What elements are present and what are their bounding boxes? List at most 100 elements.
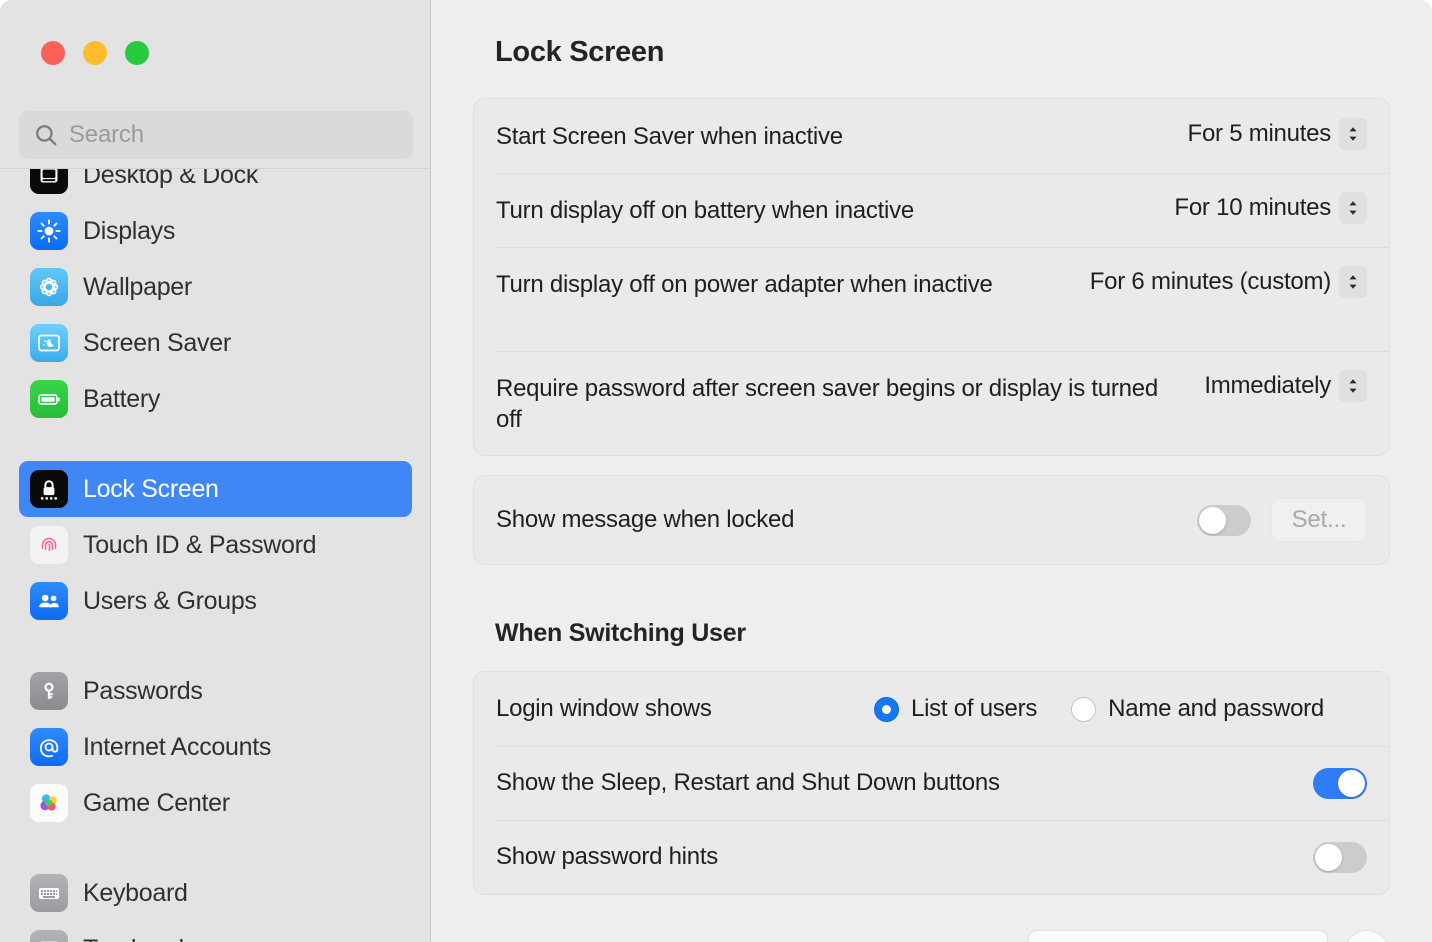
advanced-button[interactable]	[1028, 930, 1328, 942]
displays-icon	[30, 212, 68, 250]
minimize-window-button[interactable]	[83, 41, 107, 65]
sidebar-group-separator	[0, 629, 430, 663]
sidebar-item-passwords[interactable]: Passwords	[19, 663, 412, 719]
sidebar-item-touch-id-password[interactable]: Touch ID & Password	[19, 517, 412, 573]
toggle-knob	[1315, 843, 1342, 871]
set-message-button[interactable]: Set...	[1271, 498, 1367, 542]
sidebar-item-desktop-dock[interactable]: Desktop & Dock	[19, 168, 412, 203]
sidebar-item-users-groups[interactable]: Users & Groups	[19, 573, 412, 629]
show-sleep-restart-shutdown-label: Show the Sleep, Restart and Shut Down bu…	[496, 768, 1000, 796]
chevron-updown-icon	[1339, 370, 1367, 402]
system-settings-window: Search Desktop & Dock Displays Wallpaper…	[0, 0, 1432, 942]
popup-value: Immediately	[1204, 372, 1331, 399]
show-password-hints-toggle[interactable]	[1313, 841, 1367, 873]
show-message-row: Show message when locked Set...	[474, 476, 1389, 564]
display-off-battery-label: Turn display off on battery when inactiv…	[496, 197, 914, 224]
sidebar-item-internet-accounts[interactable]: Internet Accounts	[19, 719, 412, 775]
popup-value: For 6 minutes (custom)	[1089, 268, 1331, 295]
lock-message-card: Show message when locked Set...	[473, 475, 1390, 565]
login-window-shows-row: Login window shows List of users Name an…	[474, 672, 1389, 746]
radio-button[interactable]	[874, 696, 899, 722]
screen-saver-icon	[30, 324, 68, 362]
traffic-lights	[41, 41, 149, 65]
help-button[interactable]	[1344, 930, 1390, 942]
radio-label: List of users	[911, 695, 1038, 722]
inactivity-settings-card: Start Screen Saver when inactive For 5 m…	[473, 98, 1390, 456]
wallpaper-icon	[30, 268, 68, 306]
require-password-row: Require password after screen saver begi…	[474, 351, 1389, 455]
show-password-hints-label: Show password hints	[496, 842, 719, 870]
desktop-dock-icon	[30, 169, 68, 194]
radio-label: Name and password	[1108, 695, 1325, 722]
sidebar-item-label: Battery	[83, 384, 161, 413]
game-center-icon	[30, 784, 68, 822]
sidebar-item-label: Lock Screen	[83, 474, 219, 503]
sidebar-item-screen-saver[interactable]: Screen Saver	[19, 315, 412, 371]
show-message-toggle[interactable]	[1197, 504, 1251, 536]
page-title: Lock Screen	[495, 36, 665, 68]
search-field[interactable]: Search	[19, 111, 413, 159]
chevron-updown-icon	[1339, 192, 1367, 224]
search-icon	[36, 125, 57, 146]
radio-option-name-and-password[interactable]: Name and password	[1071, 695, 1324, 723]
users-groups-icon	[30, 582, 68, 620]
display-off-power-adapter-label: Turn display off on power adapter when i…	[496, 271, 993, 298]
sidebar-group-separator	[0, 831, 430, 865]
bottom-action-bar	[473, 930, 1390, 942]
sidebar-item-label: Touch ID & Password	[83, 530, 317, 559]
sidebar-item-label: Screen Saver	[83, 328, 231, 357]
popup-value: For 5 minutes	[1187, 120, 1332, 147]
radio-option-list-of-users[interactable]: List of users	[874, 695, 1037, 723]
sidebar-item-label: Game Center	[83, 788, 230, 817]
sidebar-item-game-center[interactable]: Game Center	[19, 775, 412, 831]
switching-user-card: Login window shows List of users Name an…	[473, 671, 1390, 895]
sidebar-nav: Desktop & Dock Displays Wallpaper Screen…	[0, 168, 430, 942]
start-screen-saver-label: Start Screen Saver when inactive	[496, 123, 843, 150]
display-off-battery-row: Turn display off on battery when inactiv…	[474, 173, 1389, 247]
show-message-label: Show message when locked	[496, 505, 795, 533]
show-password-hints-row: Show password hints	[474, 820, 1389, 894]
toggle-knob	[1199, 506, 1226, 534]
display-off-battery-popup[interactable]: For 10 minutes	[1174, 192, 1367, 224]
sidebar-item-label: Displays	[83, 216, 176, 245]
sidebar-item-label: Passwords	[83, 676, 203, 705]
sidebar-item-label: Keyboard	[83, 878, 188, 907]
sidebar-item-trackpad[interactable]: Trackpad	[19, 921, 412, 942]
display-off-power-adapter-row: Turn display off on power adapter when i…	[474, 247, 1389, 351]
sidebar-item-label: Internet Accounts	[83, 732, 272, 761]
require-password-label: Require password after screen saver begi…	[496, 375, 1158, 433]
trackpad-icon	[30, 930, 68, 942]
require-password-popup[interactable]: Immediately	[1204, 370, 1367, 402]
internet-accounts-icon	[30, 728, 68, 766]
search-placeholder: Search	[69, 121, 144, 148]
sidebar-item-lock-screen[interactable]: Lock Screen	[19, 461, 412, 517]
chevron-updown-icon	[1339, 118, 1367, 150]
passwords-icon	[30, 672, 68, 710]
start-screen-saver-row: Start Screen Saver when inactive For 5 m…	[474, 99, 1389, 173]
switching-user-section-title: When Switching User	[495, 619, 746, 647]
content-pane: Lock Screen Start Screen Saver when inac…	[431, 0, 1432, 942]
popup-value: For 10 minutes	[1174, 194, 1331, 221]
display-off-power-adapter-popup[interactable]: For 6 minutes (custom)	[1090, 266, 1367, 298]
show-sleep-restart-shutdown-row: Show the Sleep, Restart and Shut Down bu…	[474, 746, 1389, 820]
sidebar-item-label: Users & Groups	[83, 586, 257, 615]
show-sleep-restart-shutdown-toggle[interactable]	[1313, 767, 1367, 799]
zoom-window-button[interactable]	[125, 41, 149, 65]
keyboard-icon	[30, 874, 68, 912]
battery-icon	[30, 380, 68, 418]
sidebar-item-label: Wallpaper	[83, 272, 192, 301]
lock-screen-icon	[30, 470, 68, 508]
sidebar-item-wallpaper[interactable]: Wallpaper	[19, 259, 412, 315]
sidebar-item-displays[interactable]: Displays	[19, 203, 412, 259]
sidebar-item-keyboard[interactable]: Keyboard	[19, 865, 412, 921]
login-window-radio-group: List of users Name and password	[874, 695, 1324, 723]
touch-id-icon	[30, 526, 68, 564]
sidebar-item-label: Desktop & Dock	[83, 168, 259, 189]
login-window-shows-label: Login window shows	[496, 694, 712, 722]
start-screen-saver-popup[interactable]: For 5 minutes	[1188, 118, 1367, 150]
sidebar-item-battery[interactable]: Battery	[19, 371, 412, 427]
close-window-button[interactable]	[41, 41, 65, 65]
radio-button[interactable]	[1071, 696, 1097, 722]
sidebar-item-label: Trackpad	[83, 935, 184, 942]
chevron-updown-icon	[1339, 266, 1367, 298]
